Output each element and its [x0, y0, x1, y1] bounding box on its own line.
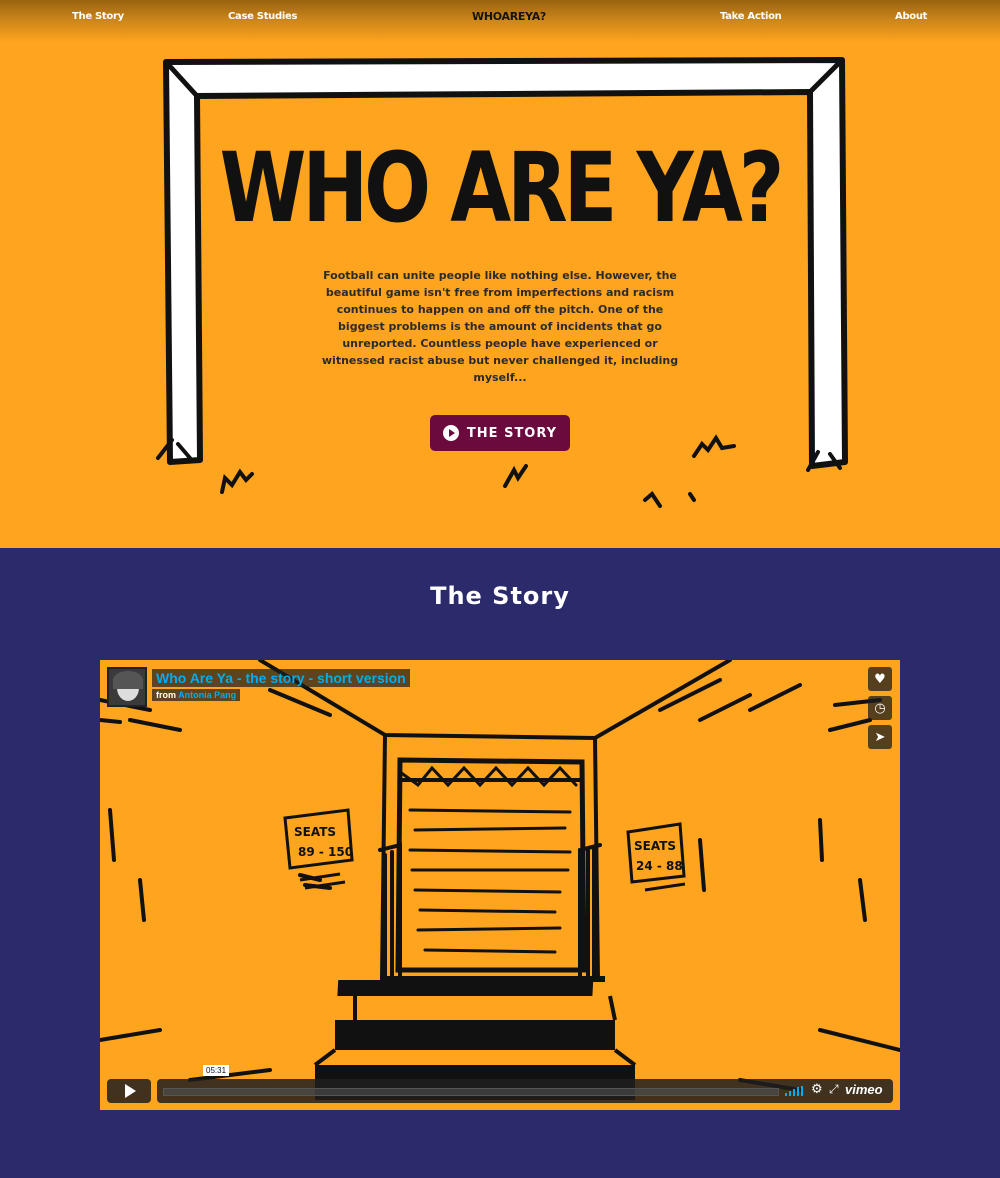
video-title[interactable]: Who Are Ya - the story - short version	[152, 669, 410, 687]
video-byline: from Antonia Pang	[152, 689, 241, 701]
from-label: from	[156, 690, 176, 700]
author-link[interactable]: Antonia Pang	[178, 690, 236, 700]
the-story-button[interactable]: THE STORY	[430, 415, 570, 451]
clock-icon: ◷	[874, 700, 886, 716]
video-side-actions: ♥ ◷ ➤	[868, 667, 892, 754]
like-button[interactable]: ♥	[868, 667, 892, 691]
video-controls: 05:31 ⚙ ⤢ vimeo	[107, 1065, 893, 1103]
hero-section: The Story Case Studies WHOAREYA? Take Ac…	[0, 0, 1000, 548]
control-bar: 05:31 ⚙ ⤢ vimeo	[157, 1065, 893, 1103]
author-avatar[interactable]	[107, 667, 147, 707]
nav-item-take-action[interactable]: Take Action	[720, 11, 782, 22]
play-button[interactable]	[107, 1079, 151, 1103]
duration-badge: 05:31	[203, 1065, 230, 1076]
progress-track[interactable]	[163, 1088, 779, 1096]
nav-logo[interactable]: WHOAREYA?	[472, 10, 546, 23]
watch-later-button[interactable]: ◷	[868, 696, 892, 720]
tunnel-illustration: SEATS 89 - 150 SEATS 24 - 88	[100, 660, 900, 1100]
heart-icon: ♥	[874, 671, 886, 687]
sign-left-title: SEATS	[294, 825, 336, 839]
hero-intro: Football can unite people like nothing e…	[321, 269, 679, 384]
hero-title: WHO ARE YA?	[219, 132, 785, 244]
section-title: The Story	[430, 582, 570, 610]
nav-item-about[interactable]: About	[895, 11, 927, 22]
top-nav: The Story Case Studies WHOAREYA? Take Ac…	[0, 0, 1000, 42]
vimeo-logo[interactable]: vimeo	[845, 1082, 883, 1097]
the-story-button-label: THE STORY	[466, 425, 558, 441]
sign-right-range: 24 - 88	[636, 859, 683, 873]
send-icon: ➤	[874, 729, 886, 745]
share-button[interactable]: ➤	[868, 725, 892, 749]
nav-item-case-studies[interactable]: Case Studies	[228, 11, 297, 22]
settings-icon[interactable]: ⚙	[811, 1082, 823, 1097]
sign-right-title: SEATS	[634, 839, 676, 853]
video-player[interactable]: SEATS 89 - 150 SEATS 24 - 88 Who Are Ya …	[100, 660, 900, 1110]
nav-item-the-story[interactable]: The Story	[72, 11, 124, 22]
volume-icon[interactable]	[785, 1086, 803, 1096]
play-icon	[442, 425, 459, 441]
sign-left-range: 89 - 150	[298, 845, 353, 859]
fullscreen-icon[interactable]: ⤢	[829, 1082, 839, 1097]
